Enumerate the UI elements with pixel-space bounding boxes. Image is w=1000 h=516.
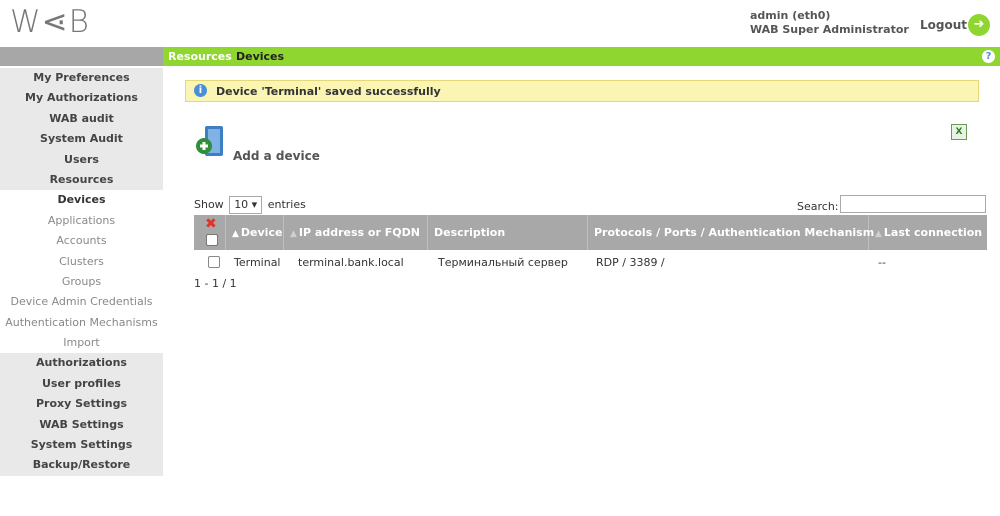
select-all-checkbox[interactable] xyxy=(206,234,218,246)
sidebar-item-authorizations[interactable]: Authorizations xyxy=(0,353,163,374)
column-label: Device xyxy=(240,226,283,239)
search-input[interactable] xyxy=(840,195,986,213)
cell-protocols: RDP / 3389 / xyxy=(596,256,665,269)
sidebar-item-import[interactable]: Import xyxy=(0,333,163,354)
cell-description: Терминальный сервер xyxy=(438,256,568,269)
wab-logo: W⋖B xyxy=(10,4,90,40)
devices-table-header: ✖ ▲ Device ▲ IP address or FQDN Descriptio… xyxy=(194,215,987,250)
cell-device[interactable]: Terminal xyxy=(234,256,281,269)
row-checkbox[interactable] xyxy=(208,256,220,268)
column-header-description[interactable]: Description xyxy=(428,215,588,250)
sidebar-item-device-admin-credentials[interactable]: Device Admin Credentials xyxy=(0,292,163,313)
logout-link[interactable]: Logout xyxy=(920,18,967,32)
info-icon: i xyxy=(194,84,207,97)
sidebar: My Preferences My Authorizations WAB audit… xyxy=(0,68,163,476)
sidebar-item-backup-restore[interactable]: Backup/Restore xyxy=(0,455,163,476)
cell-ip: terminal.bank.local xyxy=(298,256,404,269)
sidebar-item-my-preferences[interactable]: My Preferences xyxy=(0,68,163,89)
entries-label: entries xyxy=(267,198,306,211)
page-length-control: Show 10 ▾ entries xyxy=(194,196,306,214)
sidebar-item-accounts[interactable]: Accounts xyxy=(0,231,163,252)
column-header-ip[interactable]: ▲ IP address or FQDN xyxy=(284,215,428,250)
notice-text: Device 'Terminal' saved successfully xyxy=(216,85,441,98)
sidebar-item-devices[interactable]: Devices xyxy=(0,190,163,211)
sidebar-item-groups[interactable]: Groups xyxy=(0,271,163,293)
breadcrumb-bar: Resources Devices ? xyxy=(0,47,1000,66)
column-label: Last connection xyxy=(883,226,983,239)
help-icon[interactable]: ? xyxy=(982,50,995,63)
table-row[interactable]: Terminal terminal.bank.local Терминальны… xyxy=(194,253,987,271)
sort-icon: ▲ xyxy=(290,229,297,239)
sidebar-item-users[interactable]: Users xyxy=(0,149,163,170)
sidebar-item-user-profiles[interactable]: User profiles xyxy=(0,373,163,395)
user-role: WAB Super Administrator xyxy=(750,23,909,36)
column-header-protocols[interactable]: Protocols / Ports / Authentication Mecha… xyxy=(588,215,874,250)
show-label: Show xyxy=(194,198,224,211)
entries-value: 10 xyxy=(234,198,249,211)
success-notice: i Device 'Terminal' saved successfully xyxy=(185,80,979,102)
header-select-cell: ✖ xyxy=(194,215,226,250)
sidebar-item-system-audit[interactable]: System Audit xyxy=(0,129,163,150)
breadcrumb-devices: Devices xyxy=(236,50,285,63)
navbar-left-block xyxy=(0,47,163,66)
sidebar-item-resources[interactable]: Resources xyxy=(0,169,163,191)
column-label: Description xyxy=(434,226,506,239)
excel-export-icon[interactable]: X xyxy=(951,124,967,140)
breadcrumb-resources[interactable]: Resources xyxy=(168,50,232,63)
sidebar-item-system-settings[interactable]: System Settings xyxy=(0,435,163,456)
entries-select[interactable]: 10 ▾ xyxy=(229,196,263,214)
sidebar-item-authentication-mechanisms[interactable]: Authentication Mechanisms xyxy=(0,312,163,334)
user-info: admin (eth0) WAB Super Administrator xyxy=(750,9,909,37)
sidebar-item-wab-audit[interactable]: WAB audit xyxy=(0,108,163,130)
add-device-link[interactable]: Add a device xyxy=(233,149,320,163)
user-name: admin (eth0) xyxy=(750,9,831,22)
delete-icon[interactable]: ✖ xyxy=(205,217,217,231)
sidebar-item-my-authorizations[interactable]: My Authorizations xyxy=(0,88,163,109)
logout-arrow-icon[interactable]: ➜ xyxy=(968,14,990,36)
column-label: Protocols / Ports / Authentication Mecha… xyxy=(594,226,875,239)
sidebar-item-proxy-settings[interactable]: Proxy Settings xyxy=(0,394,163,415)
top-header: W⋖B admin (eth0) WAB Super Administrator… xyxy=(0,0,1000,46)
column-label: IP address or FQDN xyxy=(298,226,420,239)
cell-last-connection: -- xyxy=(878,256,886,269)
pagination-info: 1 - 1 / 1 xyxy=(194,277,237,290)
sidebar-item-applications[interactable]: Applications xyxy=(0,210,163,232)
sidebar-item-clusters[interactable]: Clusters xyxy=(0,251,163,272)
column-header-last-connection[interactable]: ▲ Last connection xyxy=(869,215,987,250)
column-header-device[interactable]: ▲ Device xyxy=(226,215,284,250)
sort-icon: ▲ xyxy=(875,229,882,239)
add-device-icon[interactable] xyxy=(196,125,226,159)
sort-asc-icon: ▲ xyxy=(232,229,239,239)
search-label: Search: xyxy=(797,200,839,213)
sidebar-item-wab-settings[interactable]: WAB Settings xyxy=(0,414,163,436)
